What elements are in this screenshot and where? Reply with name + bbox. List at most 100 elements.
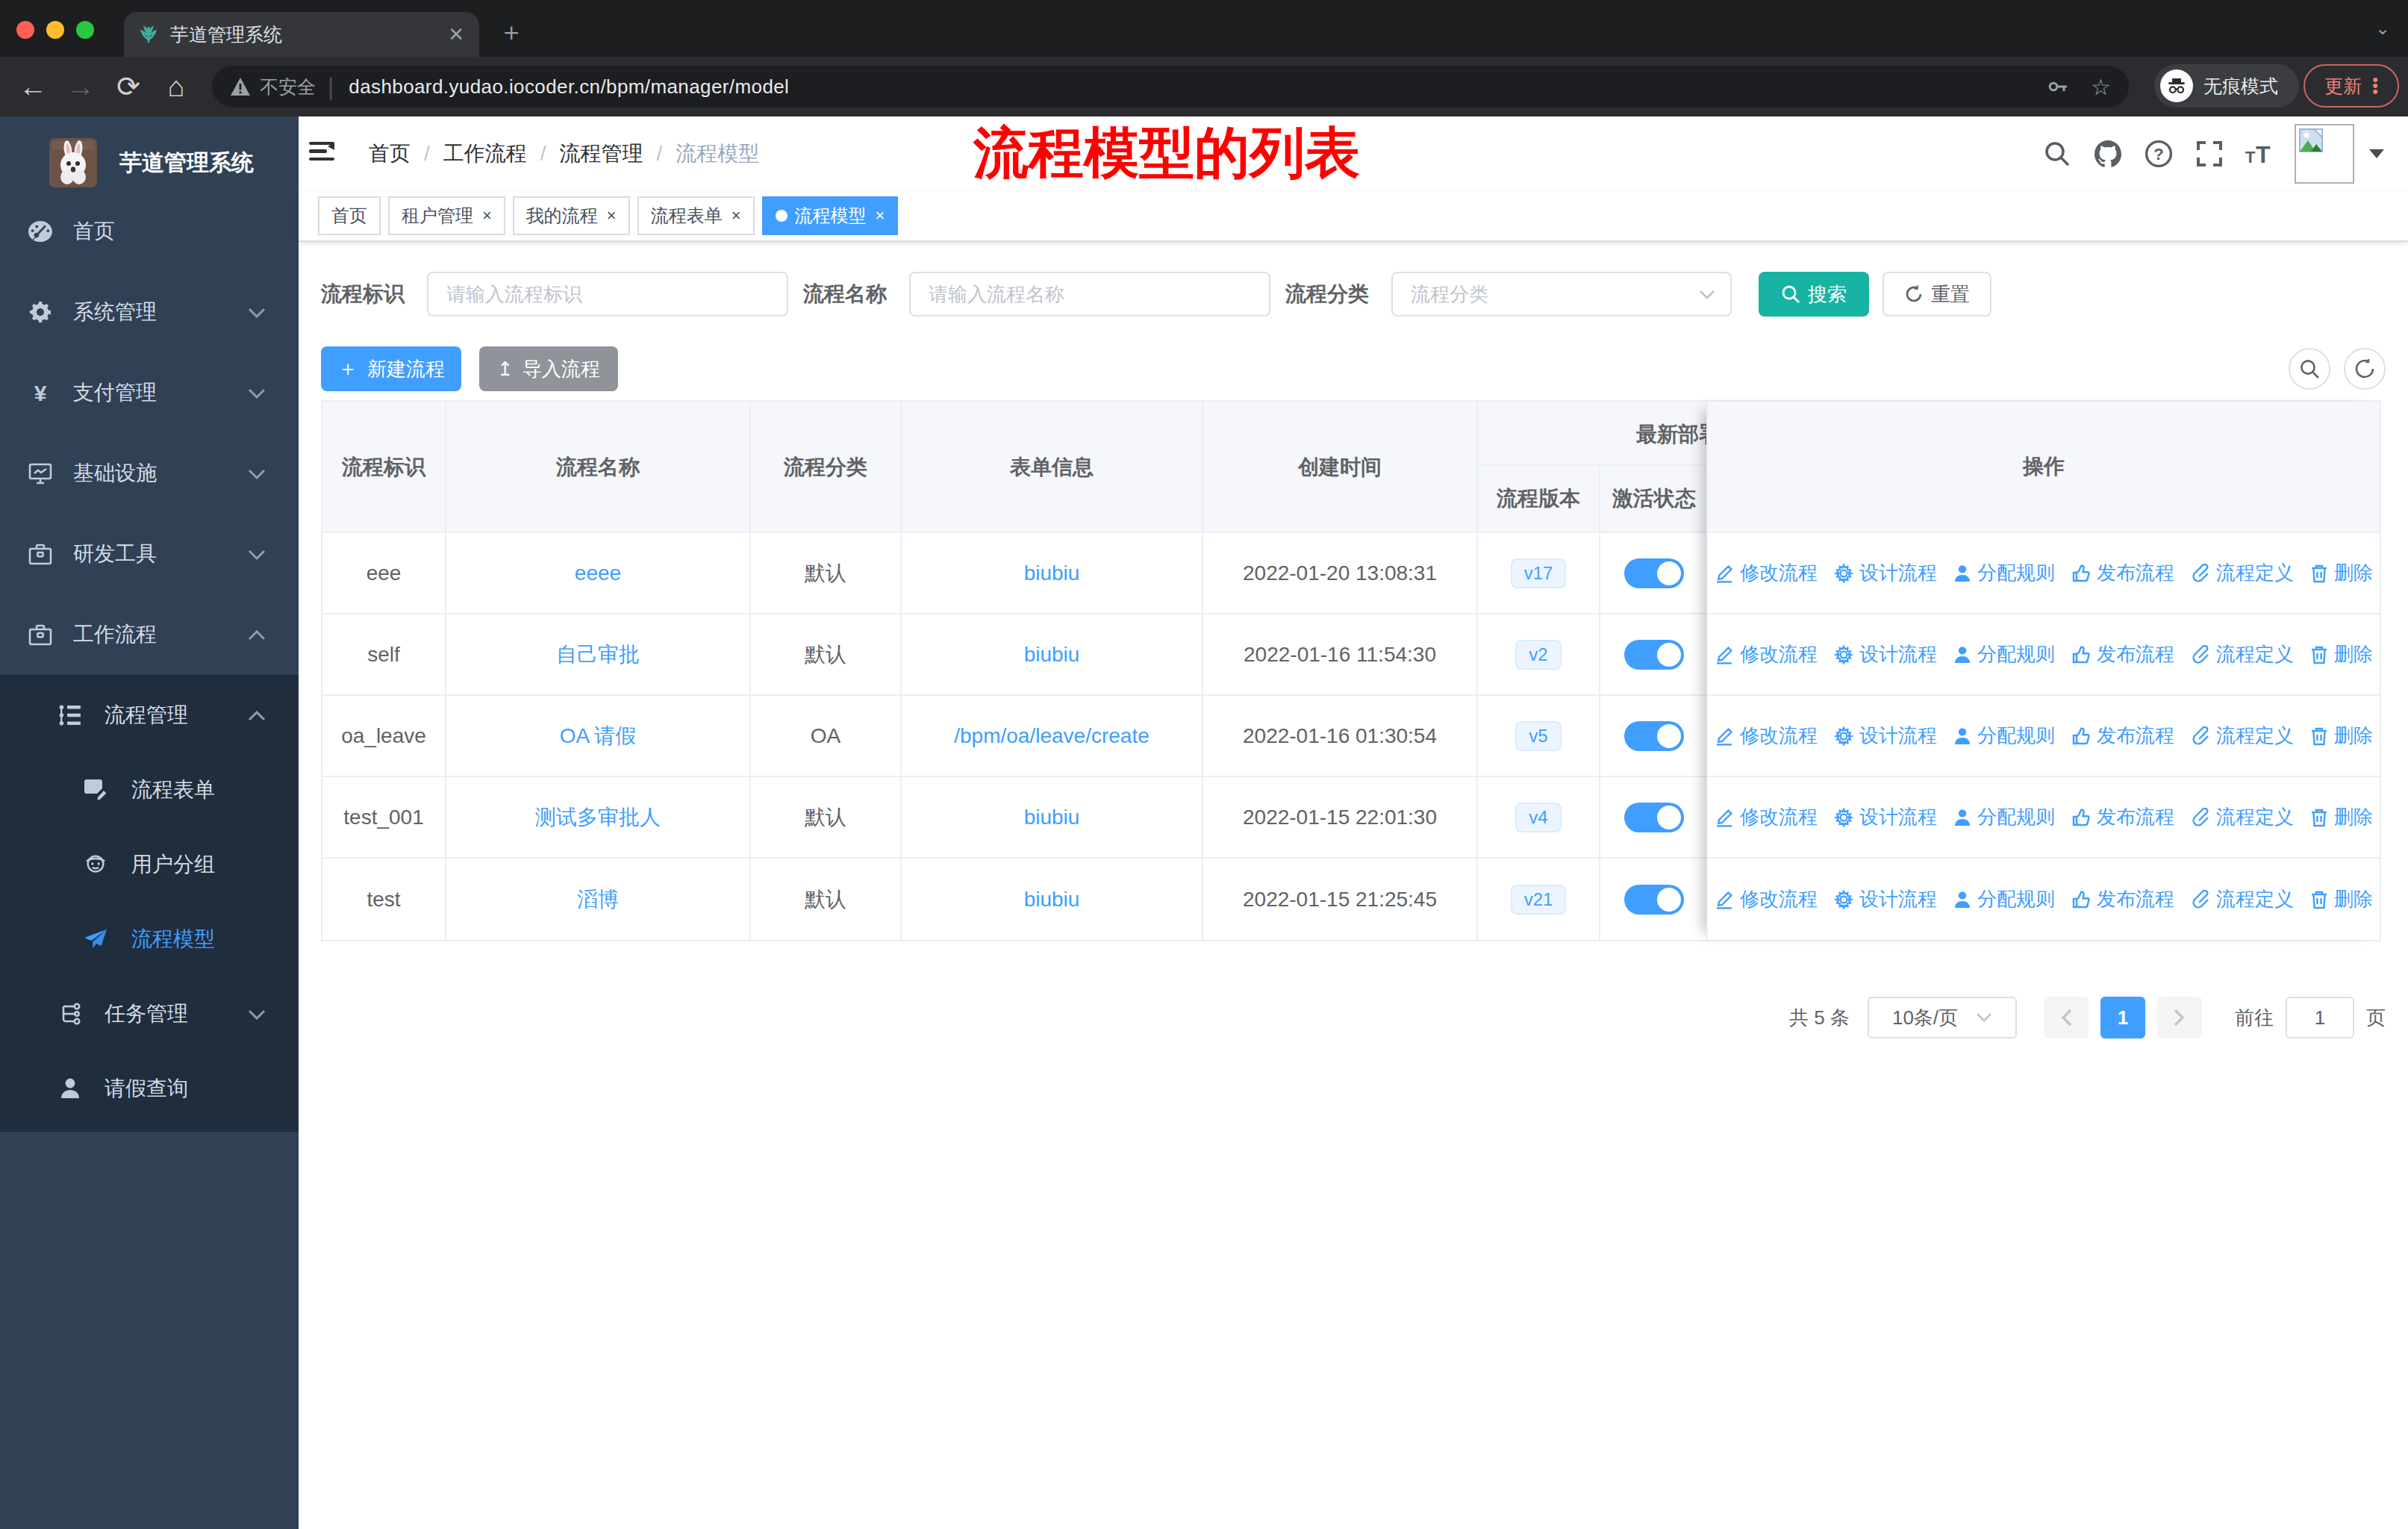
reload-button[interactable]: ⟳	[107, 57, 149, 116]
import-process-button[interactable]: ↥导入流程	[479, 346, 618, 391]
action-link-publish[interactable]: 发布流程	[2071, 723, 2174, 749]
user-avatar[interactable]	[2295, 124, 2354, 184]
zoom-window-button[interactable]	[76, 21, 94, 39]
close-window-button[interactable]	[16, 21, 34, 39]
breadcrumb-item[interactable]: 流程管理	[560, 140, 643, 168]
action-link-publish[interactable]: 发布流程	[2071, 641, 2174, 667]
sidebar-item-workflow-5[interactable]: 请假查询	[0, 1051, 299, 1126]
process-name-link[interactable]: eeee	[575, 561, 621, 585]
action-link-definition[interactable]: 流程定义	[2191, 804, 2294, 830]
goto-page-input[interactable]: 1	[2286, 997, 2354, 1038]
bookmark-star-icon[interactable]: ☆	[2091, 74, 2111, 100]
sidebar-fold-icon[interactable]	[309, 142, 334, 164]
action-link-edit[interactable]: 修改流程	[1715, 804, 1818, 830]
version-tag[interactable]: v4	[1515, 803, 1561, 832]
sidebar-item-workflow-0[interactable]: 流程管理	[0, 678, 299, 753]
action-link-delete[interactable]: 删除	[2310, 723, 2373, 749]
sidebar-item-workflow-1[interactable]: 流程表单	[0, 753, 299, 827]
font-size-icon[interactable]: TT	[2235, 116, 2286, 191]
show-search-button[interactable]	[2289, 348, 2330, 390]
page-size-select[interactable]: 10条/页	[1868, 997, 2017, 1038]
current-page-button[interactable]: 1	[2100, 997, 2145, 1038]
form-info-link[interactable]: biubiu	[1024, 888, 1080, 912]
forward-button[interactable]: →	[60, 57, 102, 116]
new-tab-button[interactable]: ＋	[499, 15, 524, 49]
macos-traffic-lights[interactable]	[16, 21, 94, 39]
sidebar-item-workflow-4[interactable]: 任务管理	[0, 977, 299, 1051]
active-toggle[interactable]	[1624, 558, 1684, 588]
url-bar[interactable]: 不安全 | dashboard.yudao.iocoder.cn/bpm/man…	[212, 66, 2129, 108]
tab-close-icon[interactable]: ✕	[448, 23, 464, 46]
key-icon[interactable]	[2046, 75, 2070, 99]
action-link-edit[interactable]: 修改流程	[1715, 560, 1818, 586]
action-link-assign[interactable]: 分配规则	[1953, 560, 2055, 586]
tab-search-chevron-icon[interactable]: ⌄	[2375, 18, 2390, 39]
action-link-design[interactable]: 设计流程	[1834, 641, 1937, 667]
breadcrumb-item[interactable]: 首页	[369, 140, 411, 168]
action-link-design[interactable]: 设计流程	[1834, 723, 1937, 749]
filter-category-select[interactable]: 流程分类	[1391, 272, 1732, 317]
create-process-button[interactable]: ＋新建流程	[321, 346, 461, 391]
sidebar-item-top-4[interactable]: 研发工具	[0, 514, 299, 594]
back-button[interactable]: ←	[12, 57, 54, 116]
version-tag[interactable]: v5	[1515, 721, 1561, 751]
browser-menu-kebab-icon[interactable]: •••	[2372, 77, 2378, 95]
sidebar-item-top-3[interactable]: 基础设施	[0, 433, 299, 514]
home-button[interactable]: ⌂	[155, 57, 197, 116]
filter-name-input[interactable]: 请输入流程名称	[909, 272, 1270, 317]
action-link-design[interactable]: 设计流程	[1834, 804, 1937, 830]
process-name-link[interactable]: 测试多审批人	[535, 803, 661, 832]
form-info-link[interactable]: /bpm/oa/leave/create	[954, 724, 1150, 748]
minimize-window-button[interactable]	[46, 21, 64, 39]
filter-id-input[interactable]: 请输入流程标识	[427, 272, 788, 317]
action-link-definition[interactable]: 流程定义	[2191, 641, 2294, 667]
action-link-publish[interactable]: 发布流程	[2071, 560, 2174, 586]
tag-1[interactable]: 首页	[318, 196, 381, 235]
form-info-link[interactable]: biubiu	[1024, 806, 1080, 829]
tag-4[interactable]: 流程表单×	[637, 196, 755, 235]
browser-update-button[interactable]: 更新 •••	[2303, 64, 2399, 108]
sidebar-item-workflow-3[interactable]: 流程模型	[0, 902, 299, 977]
action-link-edit[interactable]: 修改流程	[1715, 886, 1818, 912]
action-link-delete[interactable]: 删除	[2310, 804, 2373, 830]
tag-close-icon[interactable]: ×	[876, 206, 885, 225]
sidebar-item-top-1[interactable]: 系统管理	[0, 272, 299, 352]
action-link-design[interactable]: 设计流程	[1834, 886, 1937, 912]
sidebar-item-top-0[interactable]: 首页	[0, 191, 299, 272]
prev-page-button[interactable]	[2044, 997, 2089, 1038]
tag-close-icon[interactable]: ×	[732, 206, 741, 225]
fullscreen-icon[interactable]	[2184, 116, 2235, 191]
action-link-definition[interactable]: 流程定义	[2191, 723, 2294, 749]
action-link-assign[interactable]: 分配规则	[1953, 886, 2055, 912]
active-toggle[interactable]	[1624, 640, 1684, 670]
version-tag[interactable]: v2	[1515, 640, 1561, 670]
avatar-caret-down-icon[interactable]	[2369, 149, 2384, 158]
browser-tab[interactable]: 芋道管理系统 ✕	[124, 12, 479, 57]
sidebar-item-workflow-2[interactable]: 用户分组	[0, 827, 299, 902]
process-name-link[interactable]: 自己审批	[556, 641, 640, 669]
reset-button[interactable]: 重置	[1883, 272, 1991, 317]
action-link-edit[interactable]: 修改流程	[1715, 641, 1818, 667]
tag-close-icon[interactable]: ×	[482, 206, 492, 225]
tag-3[interactable]: 我的流程×	[513, 196, 630, 235]
search-icon[interactable]	[2032, 116, 2083, 191]
action-link-definition[interactable]: 流程定义	[2191, 886, 2294, 912]
action-link-publish[interactable]: 发布流程	[2071, 804, 2174, 830]
action-link-edit[interactable]: 修改流程	[1715, 723, 1818, 749]
action-link-publish[interactable]: 发布流程	[2071, 886, 2174, 912]
form-info-link[interactable]: biubiu	[1024, 643, 1080, 667]
action-link-assign[interactable]: 分配规则	[1953, 723, 2055, 749]
tag-close-icon[interactable]: ×	[607, 206, 617, 225]
version-tag[interactable]: v21	[1511, 885, 1567, 915]
active-toggle[interactable]	[1624, 803, 1684, 832]
action-link-assign[interactable]: 分配规则	[1953, 641, 2055, 667]
form-info-link[interactable]: biubiu	[1024, 561, 1080, 585]
action-link-delete[interactable]: 删除	[2310, 560, 2373, 586]
sidebar-item-top-5[interactable]: 工作流程	[0, 594, 299, 675]
active-toggle[interactable]	[1624, 885, 1684, 915]
tag-5[interactable]: 流程模型×	[762, 196, 899, 235]
sidebar-item-top-2[interactable]: ¥支付管理	[0, 352, 299, 433]
help-question-icon[interactable]: ?	[2133, 116, 2184, 191]
process-name-link[interactable]: OA 请假	[560, 722, 637, 750]
process-name-link[interactable]: 滔博	[577, 885, 619, 914]
